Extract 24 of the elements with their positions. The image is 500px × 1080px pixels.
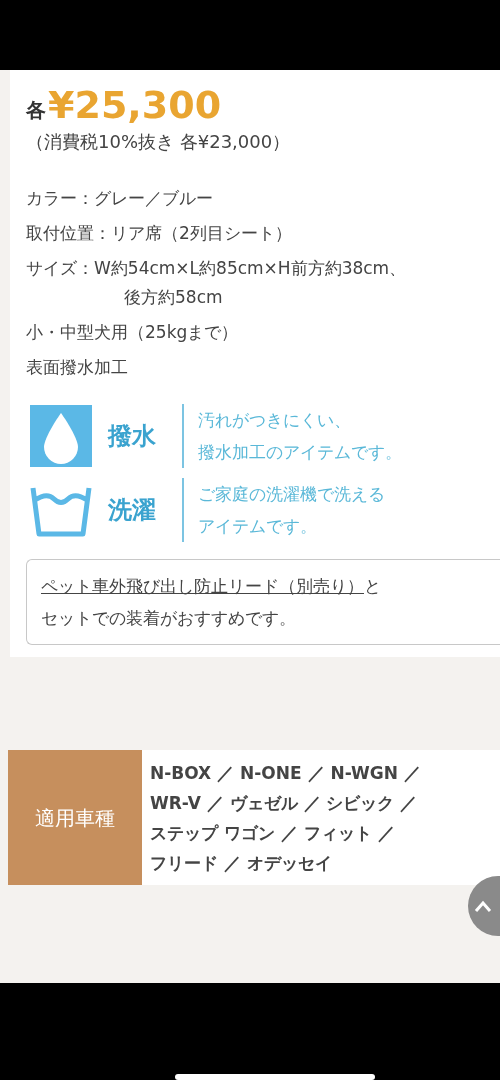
chevron-up-icon bbox=[474, 899, 492, 913]
spec-text: 小・中型犬用（25kgまで） bbox=[26, 321, 240, 344]
water-drop-icon bbox=[30, 405, 92, 467]
spec-text: カラー：グレー／ブルー bbox=[26, 187, 214, 210]
vehicle-models: WR-V ／ ヴェゼル ／ シビック ／ bbox=[150, 791, 419, 815]
feature-description: アイテムです。 bbox=[198, 515, 318, 538]
price: ¥25,300 bbox=[48, 86, 222, 124]
spec-text: 表面撥水加工 bbox=[26, 356, 129, 379]
lead-link[interactable]: ペット車外飛び出し防止リード（別売り） bbox=[41, 576, 364, 596]
vehicle-models: N-BOX ／ N-ONE ／ N-WGN ／ bbox=[150, 761, 421, 785]
tax-note: （消費税10%抜き 各¥23,000） bbox=[26, 130, 292, 154]
vehicle-models: フリード ／ オデッセイ bbox=[150, 851, 333, 875]
spec-text: サイズ：W約54cm×L約85cm×H前方約38cm、 bbox=[26, 257, 408, 280]
spec-text: 取付位置：リア席（2列目シート） bbox=[26, 222, 293, 245]
spec-text: 後方約58cm bbox=[123, 286, 224, 309]
feature-description: ご家庭の洗濯機で洗える bbox=[198, 483, 385, 506]
feature-label: 撥水 bbox=[108, 421, 157, 452]
note-text: ペット車外飛び出し防止リード（別売り）と セットでの装着がおすすめです。 bbox=[41, 575, 382, 630]
feature-label: 洗濯 bbox=[108, 495, 157, 526]
feature-description: 汚れがつきにくい、 bbox=[198, 409, 352, 432]
vehicle-label: 適用車種 bbox=[8, 750, 142, 885]
feature-description: 撥水加工のアイテムです。 bbox=[198, 441, 402, 464]
price-prefix: 各 bbox=[26, 100, 46, 120]
vehicle-models: ステップ ワゴン ／ フィット ／ bbox=[150, 821, 396, 845]
